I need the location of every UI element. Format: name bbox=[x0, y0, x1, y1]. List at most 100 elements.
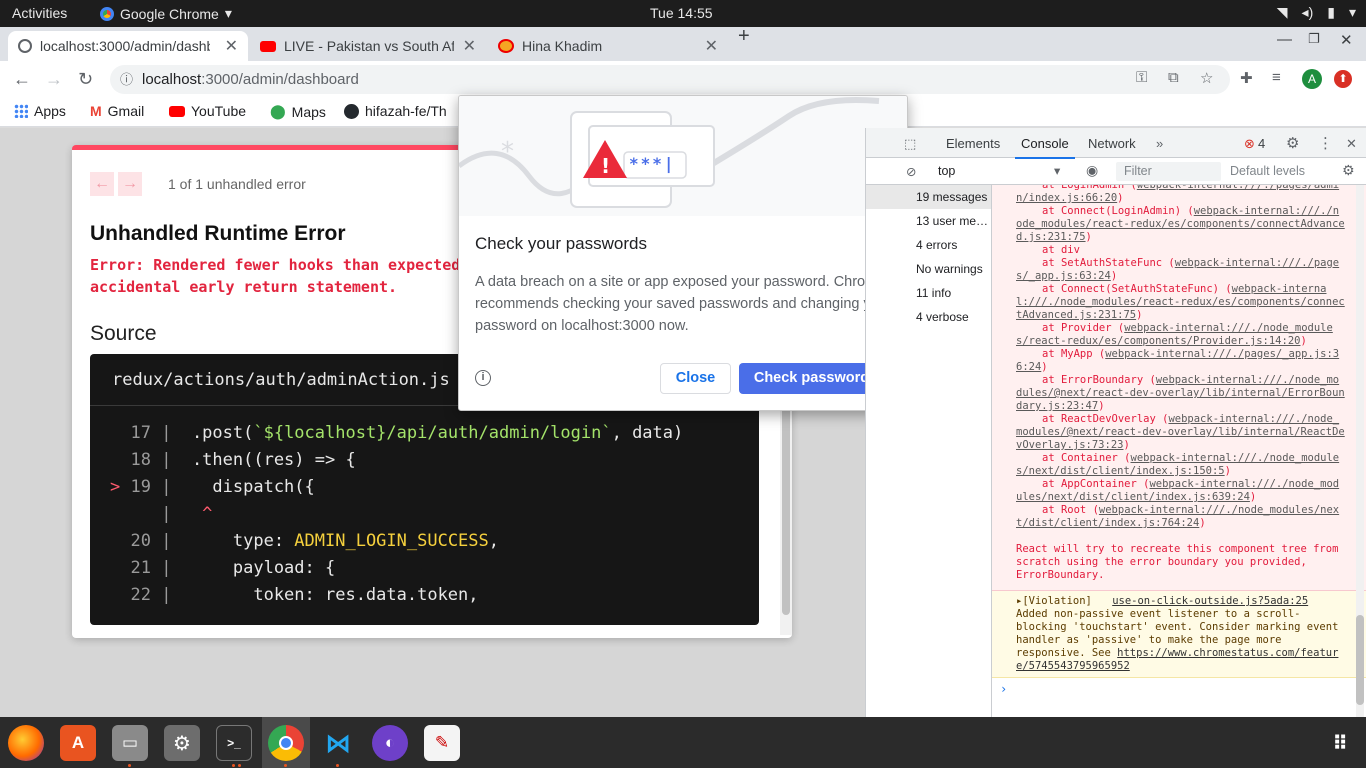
stack-frame: at SetAuthStateFunc (webpack-internal://… bbox=[1016, 257, 1345, 283]
sidebar-item-errors[interactable]: 4 errors bbox=[866, 233, 991, 257]
code-line-marker bbox=[110, 450, 120, 470]
media-icon[interactable]: ≡ bbox=[1272, 69, 1281, 86]
password-illustration: * ! ***| bbox=[459, 96, 907, 216]
youtube-icon bbox=[169, 105, 185, 117]
open-external-icon[interactable]: ⧉ bbox=[1168, 69, 1179, 86]
bookmark-youtube[interactable]: YouTube bbox=[169, 103, 246, 119]
stack-frame-end: ) bbox=[1110, 270, 1118, 282]
running-indicator bbox=[336, 764, 339, 767]
system-tray[interactable]: ◥ ◂) ▮ ▾ bbox=[1277, 4, 1356, 21]
activities-button[interactable]: Activities bbox=[12, 5, 67, 21]
code-line: 20 | type: ADMIN_LOGIN_SUCCESS, bbox=[90, 528, 759, 555]
tab-hina-khadim[interactable]: Hina Khadim ✕ bbox=[488, 31, 728, 61]
bookmark-maps[interactable]: ⬤ Maps bbox=[270, 103, 326, 120]
running-indicator bbox=[238, 764, 241, 767]
back-button[interactable]: ← bbox=[13, 69, 31, 90]
context-selector[interactable]: top bbox=[938, 164, 955, 178]
violation-tag[interactable]: ▸[Violation] bbox=[1016, 595, 1092, 607]
code-lines: 17 | .post(`${localhost}/api/auth/admin/… bbox=[90, 420, 759, 609]
tab-title: LIVE - Pakistan vs South Africa bbox=[284, 38, 454, 54]
levels-dropdown[interactable]: Default levels bbox=[1230, 164, 1305, 178]
clear-console-icon[interactable]: ⊘ bbox=[906, 164, 916, 179]
site-info-icon[interactable]: ⓘ bbox=[120, 65, 133, 94]
chrome-icon[interactable] bbox=[268, 725, 304, 761]
bookmark-apps[interactable]: Apps bbox=[14, 103, 66, 119]
more-tabs-icon[interactable]: » bbox=[1156, 136, 1163, 151]
source-heading: Source bbox=[90, 322, 157, 345]
tab-localhost[interactable]: localhost:3000/admin/dashboard ✕ bbox=[8, 31, 248, 61]
app-menu[interactable]: Google Chrome ▾ bbox=[100, 5, 232, 22]
info-icon[interactable]: i bbox=[475, 370, 491, 386]
github-icon bbox=[344, 103, 359, 119]
star-icon[interactable]: ☆ bbox=[1200, 69, 1213, 87]
code-line-text: .then((res) => { bbox=[181, 450, 356, 470]
sidebar-item-verbose[interactable]: 4 verbose bbox=[866, 305, 991, 329]
error-badge-icon[interactable]: ⊗ bbox=[1244, 136, 1255, 152]
clock[interactable]: Tue 14:55 bbox=[650, 5, 713, 21]
settings-icon[interactable]: ⚙ bbox=[1286, 134, 1299, 152]
tab-console[interactable]: Console bbox=[1015, 136, 1075, 159]
stack-trace: at LoginAdmin (webpack-internal:///./pag… bbox=[1016, 185, 1345, 530]
filter-input[interactable]: Filter bbox=[1116, 162, 1221, 181]
sidebar-item-info[interactable]: 11 info bbox=[866, 281, 991, 305]
close-icon[interactable]: ✕ bbox=[705, 36, 718, 56]
key-icon[interactable]: ⚿ bbox=[1136, 69, 1147, 86]
violation-source-link[interactable]: use-on-click-outside.js?5ada:25 bbox=[1112, 595, 1308, 607]
system-top-bar: Activities Google Chrome ▾ Tue 14:55 ◥ ◂… bbox=[0, 0, 1366, 27]
code-line-marker bbox=[110, 531, 120, 551]
close-icon[interactable]: ✕ bbox=[225, 36, 238, 56]
tab-elements[interactable]: Elements bbox=[946, 136, 1000, 151]
previous-error-button[interactable]: ← bbox=[90, 172, 114, 196]
error-count-badge[interactable]: 4 bbox=[1258, 136, 1265, 151]
bookmark-gmail[interactable]: M Gmail bbox=[90, 103, 144, 119]
stack-frame: at Connect(SetAuthStateFunc) (webpack-in… bbox=[1016, 283, 1345, 322]
chevron-down-icon: ▾ bbox=[224, 5, 232, 21]
close-button[interactable]: Close bbox=[660, 363, 731, 394]
reload-button[interactable]: ↻ bbox=[78, 69, 93, 90]
extensions-icon[interactable]: ✚ bbox=[1240, 69, 1253, 87]
close-window-button[interactable]: ✕ bbox=[1340, 31, 1353, 49]
minimize-button[interactable]: — bbox=[1277, 31, 1292, 48]
console-error-message: at LoginAdmin (webpack-internal:///./pag… bbox=[992, 185, 1366, 591]
address-path: :3000/admin/dashboard bbox=[201, 71, 359, 88]
show-apps-grid-icon[interactable]: ⠿ bbox=[1322, 725, 1358, 761]
tab-pakistan-live[interactable]: LIVE - Pakistan vs South Africa ✕ bbox=[250, 31, 486, 61]
close-devtools-icon[interactable]: ✕ bbox=[1346, 136, 1357, 152]
inspect-icon[interactable]: ⬚ bbox=[904, 136, 916, 152]
stack-frame: at Container (webpack-internal:///./node… bbox=[1016, 452, 1345, 478]
github-desktop-icon[interactable]: ◐ bbox=[372, 725, 408, 761]
console-prompt[interactable]: › bbox=[992, 678, 1366, 700]
address-bar[interactable]: ⓘ localhost:3000/admin/dashboard bbox=[110, 65, 1230, 94]
tab-network[interactable]: Network bbox=[1088, 136, 1136, 151]
pdf-reader-icon[interactable]: ✎ bbox=[424, 725, 460, 761]
settings-icon[interactable]: ⚙ bbox=[164, 725, 200, 761]
browser-toolbar: ← → ↻ ⓘ localhost:3000/admin/dashboard ⚿… bbox=[0, 61, 1366, 97]
code-line-text: ^ bbox=[181, 504, 213, 524]
update-icon[interactable]: ⬆ bbox=[1334, 70, 1352, 88]
new-tab-button[interactable]: + bbox=[738, 25, 750, 48]
console-settings-icon[interactable]: ⚙ bbox=[1342, 162, 1355, 179]
software-center-icon[interactable]: A bbox=[60, 725, 96, 761]
daraz-icon bbox=[498, 39, 514, 53]
terminal-icon[interactable]: >_ bbox=[216, 725, 252, 761]
scroll-thumb[interactable] bbox=[1356, 615, 1364, 705]
bookmark-github[interactable]: hifazah-fe/Th bbox=[344, 103, 447, 119]
console-scrollbar[interactable] bbox=[1356, 185, 1364, 717]
sidebar-item-user-messages[interactable]: 13 user me… bbox=[866, 209, 991, 233]
files-icon[interactable]: ▭ bbox=[112, 725, 148, 761]
sidebar-item-warnings[interactable]: No warnings bbox=[866, 257, 991, 281]
maps-pin-icon: ⬤ bbox=[270, 103, 286, 119]
eye-icon[interactable]: ◉ bbox=[1086, 162, 1098, 179]
vscode-icon[interactable]: ⋈ bbox=[320, 725, 356, 761]
forward-button[interactable]: → bbox=[45, 69, 63, 90]
stack-frame-label: at ReactDevOverlay ( bbox=[1042, 413, 1169, 425]
maximize-button[interactable]: ❐ bbox=[1308, 31, 1320, 47]
firefox-icon[interactable] bbox=[8, 725, 44, 761]
profile-avatar[interactable]: A bbox=[1302, 69, 1322, 89]
stack-frame: at Connect(LoginAdmin) (webpack-internal… bbox=[1016, 205, 1345, 244]
sidebar-item-messages[interactable]: 19 messages bbox=[866, 185, 991, 209]
kebab-menu-icon[interactable]: ⋮ bbox=[1318, 134, 1333, 152]
stack-frame-end: ) bbox=[1300, 335, 1307, 347]
close-icon[interactable]: ✕ bbox=[463, 36, 476, 56]
next-error-button[interactable]: → bbox=[118, 172, 142, 196]
